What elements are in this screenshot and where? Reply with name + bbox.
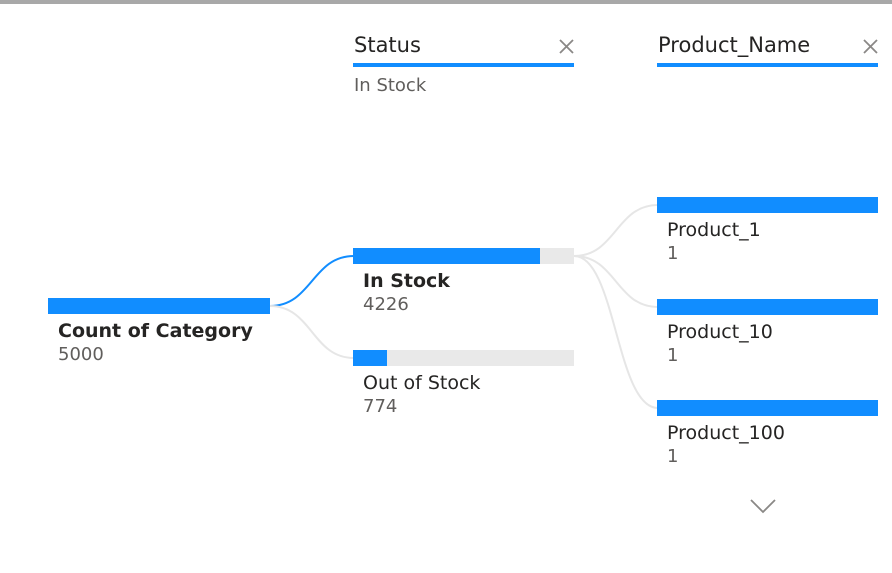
- node-label: Product_100: [667, 422, 785, 444]
- node-out-of-stock[interactable]: Out of Stock 774: [353, 350, 574, 422]
- root-value: 5000: [58, 344, 104, 365]
- node-label: Product_10: [667, 321, 773, 343]
- product-name-level-title: Product_Name: [658, 33, 811, 57]
- close-icon[interactable]: [861, 37, 881, 57]
- chevron-down-icon[interactable]: [749, 496, 777, 516]
- close-icon[interactable]: [557, 37, 577, 57]
- status-level-title: Status: [354, 33, 421, 57]
- node-label: In Stock: [363, 270, 450, 292]
- status-level-filter: In Stock: [354, 75, 427, 96]
- bar-fill: [657, 400, 878, 416]
- root-node[interactable]: Count of Category 5000: [48, 298, 270, 370]
- connector-in-stock-product-1: [573, 204, 659, 257]
- bar-fill: [657, 197, 878, 213]
- connector-in-stock-product-100: [573, 255, 659, 409]
- node-value: 4226: [363, 294, 409, 315]
- node-value: 1: [667, 446, 679, 467]
- root-label: Count of Category: [58, 320, 253, 342]
- bar-fill: [657, 299, 878, 315]
- node-value: 1: [667, 243, 679, 264]
- node-value: 1: [667, 345, 679, 366]
- node-product-1[interactable]: Product_1 1: [657, 197, 878, 269]
- node-product-100[interactable]: Product_100 1: [657, 400, 878, 472]
- connector-in-stock-product-10: [573, 255, 659, 308]
- connector-root-out-of-stock: [269, 305, 355, 359]
- product-name-level-header: Product_Name: [657, 33, 878, 67]
- bar-fill: [353, 350, 387, 366]
- node-product-10[interactable]: Product_10 1: [657, 299, 878, 371]
- root-bar: [48, 298, 270, 314]
- node-in-stock[interactable]: In Stock 4226: [353, 248, 574, 320]
- status-level-header: Status: [353, 33, 574, 67]
- node-label: Product_1: [667, 219, 761, 241]
- node-label: Out of Stock: [363, 372, 481, 394]
- bar-fill: [353, 248, 540, 264]
- connector-root-in-stock: [269, 255, 355, 307]
- node-value: 774: [363, 396, 398, 417]
